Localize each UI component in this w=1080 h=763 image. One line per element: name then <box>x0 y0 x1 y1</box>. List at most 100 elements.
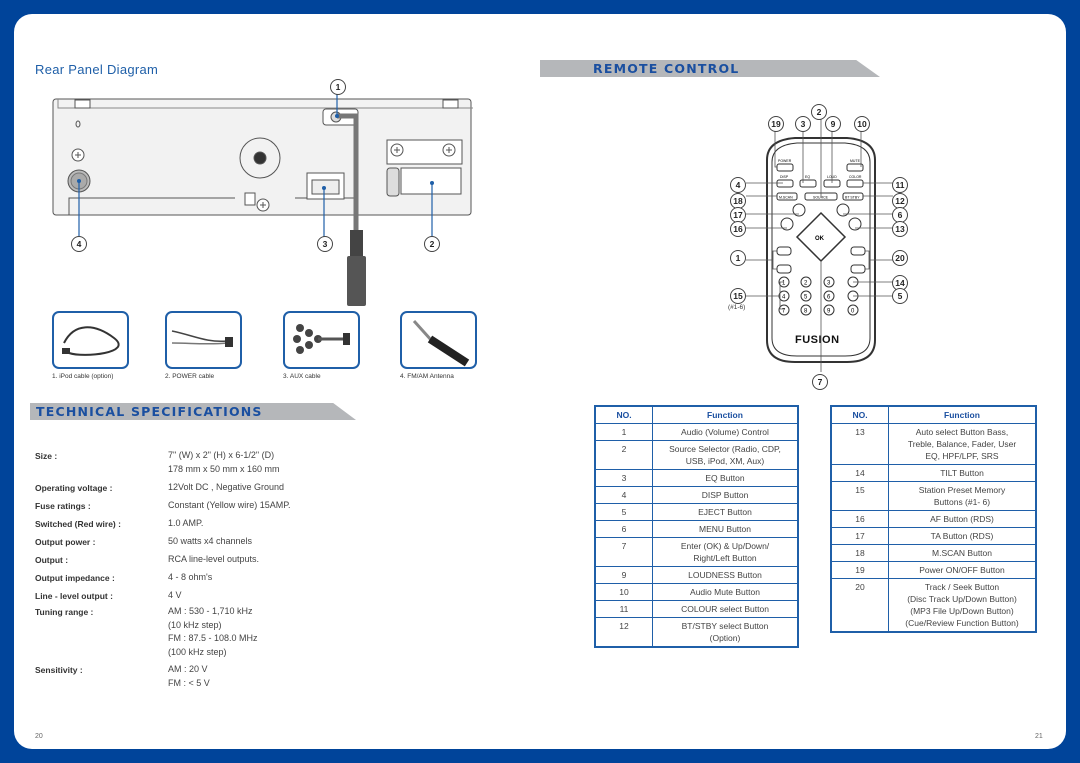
function-no: 14 <box>830 464 889 482</box>
spec-value-line: 50 watts x4 channels <box>168 536 253 546</box>
spec-value-line: (10 kHz step) <box>168 619 222 630</box>
function-no: 16 <box>830 510 889 528</box>
function-desc: LOUDNESS Button <box>652 566 799 584</box>
function-desc-line: TA Button (RDS) <box>930 531 994 541</box>
callout-3: 3 <box>317 236 333 252</box>
spec-value: RCA line-level outputs. <box>168 553 259 567</box>
track-up-button <box>850 246 866 256</box>
remote-callout-13: 13 <box>892 221 908 237</box>
function-desc-line: BT/STBY select Button <box>681 621 769 631</box>
col-header-function: Function <box>888 405 1037 424</box>
fusion-logo: FUSION <box>795 334 840 346</box>
page-number-right: 21 <box>1035 733 1043 740</box>
tech-specs-title: TECHNICAL SPECIFICATIONS <box>36 404 263 419</box>
spec-value-line: (100 kHz step) <box>168 646 227 657</box>
col-header-no: NO. <box>830 405 889 424</box>
function-desc-line: Track / Seek Button <box>924 582 1000 592</box>
function-desc-line: (Disc Track Up/Down Button) <box>907 594 1017 604</box>
function-desc-line: Power ON/OFF Button <box>919 565 1005 575</box>
function-desc-line: EQ Button <box>705 473 745 483</box>
eq-label: EQ <box>805 175 810 179</box>
function-desc-line: EQ, HPF/LPF, SRS <box>925 451 999 461</box>
remote-control-diagram: 1 2 34 5 67 8 9 0 OK POWER MUTE DISP EQ LOUD CO… <box>728 116 893 372</box>
function-desc: COLOUR select Button <box>652 600 799 618</box>
function-desc-line: Audio (Volume) Control <box>681 427 769 437</box>
function-no: 1 <box>594 423 653 441</box>
page-number-left: 20 <box>35 733 43 740</box>
function-no: 4 <box>594 486 653 504</box>
function-desc-line: Source Selector (Radio, CDP, <box>669 444 781 454</box>
function-desc-line: DISP Button <box>701 490 749 500</box>
spec-value: 12Volt DC , Negative Ground <box>168 481 284 495</box>
spec-label: Fuse ratings : <box>35 501 91 511</box>
spec-value: 7" (W) x 2" (H) x 6-1/2" (D) 178 mm x 50 … <box>168 449 280 476</box>
function-no: 10 <box>594 583 653 601</box>
spec-label: Output : <box>35 555 69 565</box>
accessory-caption: 2. POWER cable <box>165 373 215 380</box>
accessory-caption: 4. FM/AM Antenna <box>400 373 454 380</box>
function-desc: Power ON/OFF Button <box>888 561 1037 579</box>
function-desc: Station Preset Memory Buttons (#1- 6) <box>888 481 1037 511</box>
function-no: 18 <box>830 544 889 562</box>
callout-2: 2 <box>424 236 440 252</box>
spec-value: 4 - 8 ohm's <box>168 571 212 585</box>
function-desc-line: Enter (OK) & Up/Down/ <box>680 541 770 551</box>
function-row: 10 Audio Mute Button <box>594 583 799 601</box>
function-desc-line: COLOUR select Button <box>681 604 769 614</box>
mute-label: MUTE <box>850 159 861 163</box>
function-row: 13 Auto select Button Bass, Treble, Balanc… <box>830 423 1037 465</box>
function-desc: Audio (Volume) Control <box>652 423 799 441</box>
function-table-left: NO. Function 1 Audio (Volume) Control 2 Sour… <box>594 405 799 648</box>
spec-value: AM : 20 V FM : < 5 V <box>168 663 210 690</box>
function-row: 17 TA Button (RDS) <box>830 527 1037 545</box>
spec-label: Output impedance : <box>35 573 115 583</box>
function-no: 9 <box>594 566 653 584</box>
remote-callout-20: 20 <box>892 250 908 266</box>
function-row: 5 EJECT Button <box>594 503 799 521</box>
spec-label: Line - level output : <box>35 591 113 601</box>
function-desc: Track / Seek Button (Disc Track Up/Down B… <box>888 578 1037 633</box>
remote-callout-10: 10 <box>854 116 870 132</box>
vol-up-button <box>776 246 792 256</box>
remote-callout-11: 11 <box>892 177 908 193</box>
function-no: 7 <box>594 537 653 567</box>
accessory-caption: 1. iPod cable (option) <box>52 373 114 380</box>
spec-value-line: AM : 20 V <box>168 664 208 674</box>
function-row: 20 Track / Seek Button (Disc Track Up/Down… <box>830 578 1037 633</box>
tech-specs-banner: TECHNICAL SPECIFICATIONS <box>30 403 356 420</box>
disp-button <box>776 179 794 188</box>
power-button <box>776 163 794 172</box>
spec-label: Sensitivity : <box>35 665 83 675</box>
function-no: 13 <box>830 423 889 465</box>
function-desc-line: (MP3 File Up/Down Button) <box>910 606 1014 616</box>
function-no: 3 <box>594 469 653 487</box>
function-row: 9 LOUDNESS Button <box>594 566 799 584</box>
callout-4: 4 <box>71 236 87 252</box>
function-row: 4 DISP Button <box>594 486 799 504</box>
function-row: 19 Power ON/OFF Button <box>830 561 1037 579</box>
remote-callout-7: 7 <box>812 374 828 390</box>
remote-callout-5: 5 <box>892 288 908 304</box>
remote-callout-19: 19 <box>768 116 784 132</box>
function-desc: DISP Button <box>652 486 799 504</box>
function-no: 2 <box>594 440 653 470</box>
color-label: COLOR <box>849 175 862 179</box>
preset-note: (#1-6) <box>728 304 745 311</box>
function-desc-line: EJECT Button <box>698 507 752 517</box>
spec-label: Size : <box>35 451 58 461</box>
track-down-button <box>850 264 866 274</box>
spec-label: Operating voltage : <box>35 483 113 493</box>
function-no: 19 <box>830 561 889 579</box>
remote-callout-16: 16 <box>730 221 746 237</box>
function-desc: BT/STBY select Button (Option) <box>652 617 799 648</box>
spec-value-line: 12Volt DC , Negative Ground <box>168 482 285 492</box>
source-label: SOURCE <box>813 196 829 200</box>
ok-label: OK <box>815 236 825 242</box>
function-desc-line: Buttons (#1- 6) <box>933 497 991 507</box>
spec-label: Tuning range : <box>35 607 94 617</box>
function-desc: Auto select Button Bass, Treble, Balance,… <box>888 423 1037 465</box>
function-row: 1 Audio (Volume) Control <box>594 423 799 441</box>
remote-callout-1: 1 <box>730 250 746 266</box>
function-row: 6 MENU Button <box>594 520 799 538</box>
function-desc-line: LOUDNESS Button <box>688 570 762 580</box>
